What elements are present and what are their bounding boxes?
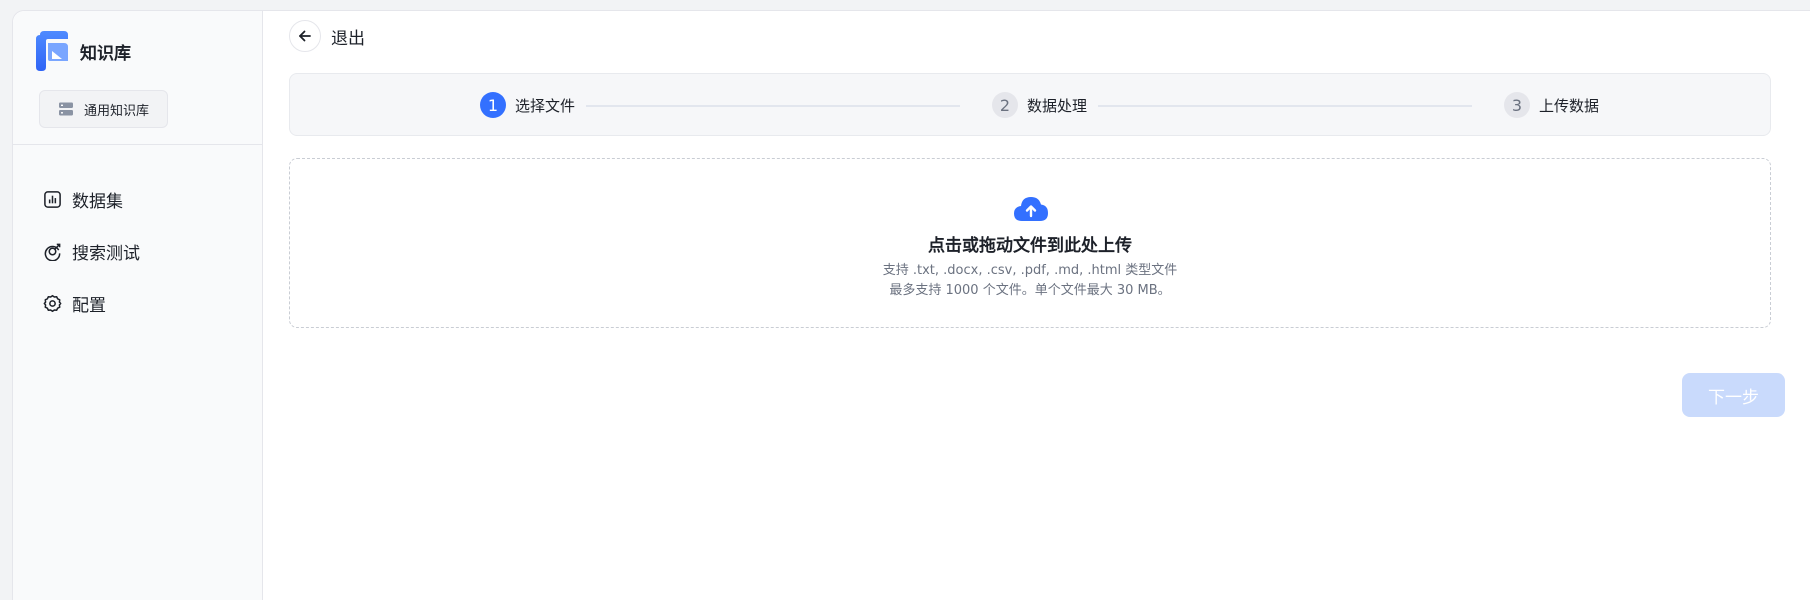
upload-limits: 最多支持 1000 个文件。单个文件最大 30 MB。 — [889, 283, 1171, 298]
step-upload-data: 3 上传数据 — [1504, 92, 1599, 118]
brand-title: 知识库 — [80, 43, 131, 64]
next-step-button[interactable]: 下一步 — [1682, 373, 1785, 417]
step-label: 数据处理 — [1027, 96, 1088, 115]
step-number: 3 — [1504, 92, 1530, 118]
sidebar-item-settings[interactable]: 配置 — [43, 277, 140, 329]
sidebar-item-datasets[interactable]: 数据集 — [43, 173, 140, 225]
sidebar-item-label: 配置 — [72, 295, 106, 316]
step-select-files: 1 选择文件 — [480, 92, 575, 118]
sidebar-item-search-test[interactable]: 搜索测试 — [43, 225, 140, 277]
step-number: 1 — [480, 92, 506, 118]
step-label: 选择文件 — [515, 96, 576, 115]
stepper: 1 选择文件 2 数据处理 3 上传数据 — [289, 73, 1771, 136]
step-data-processing: 2 数据处理 — [992, 92, 1087, 118]
brand: 知识库 — [36, 31, 131, 71]
logo-icon — [36, 31, 68, 71]
knowledge-base-selector[interactable]: 通用知识库 — [39, 90, 169, 128]
arrow-left-icon — [299, 30, 311, 42]
step-label: 上传数据 — [1539, 96, 1600, 115]
gear-icon — [43, 294, 62, 312]
sidebar-item-label: 数据集 — [72, 191, 123, 212]
upload-formats: 支持 .txt, .docx, .csv, .pdf, .md, .html 类… — [882, 263, 1178, 278]
file-upload-dropzone[interactable]: 点击或拖动文件到此处上传 支持 .txt, .docx, .csv, .pdf,… — [289, 158, 1771, 328]
knowledge-base-label: 通用知识库 — [84, 103, 150, 119]
step-connector — [586, 105, 960, 107]
exit-label: 退出 — [331, 28, 365, 49]
search-test-icon — [44, 243, 61, 261]
sidebar-divider — [13, 144, 262, 145]
bar-chart-icon — [44, 190, 61, 208]
step-number: 2 — [992, 92, 1018, 118]
database-icon — [59, 102, 73, 116]
step-connector — [1098, 105, 1472, 107]
sidebar-item-label: 搜索测试 — [72, 243, 140, 264]
sidebar: 知识库 通用知识库 数据集 搜索测试 配置 — [13, 11, 263, 600]
sidebar-nav: 数据集 搜索测试 配置 — [43, 173, 140, 329]
upload-title: 点击或拖动文件到此处上传 — [928, 236, 1132, 256]
cloud-upload-icon — [1014, 197, 1048, 221]
back-button-circle[interactable] — [289, 20, 321, 52]
exit-button[interactable]: 退出 — [289, 20, 365, 52]
